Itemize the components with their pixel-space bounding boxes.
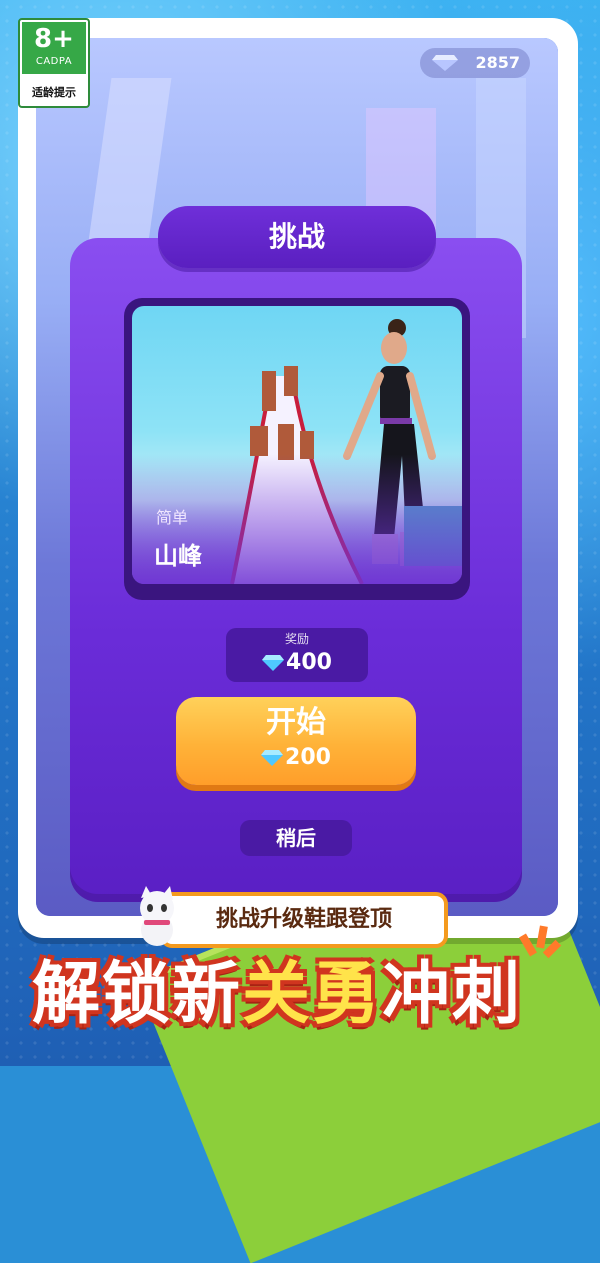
age-rating-header: 8+ CADPA bbox=[22, 22, 86, 74]
reward-amount: 400 bbox=[286, 650, 332, 675]
later-button[interactable]: 稍后 bbox=[240, 820, 352, 856]
level-name: 山峰 bbox=[154, 542, 202, 570]
age-rating-badge: 8+ CADPA 适龄提示 bbox=[18, 18, 90, 108]
age-rating-value: 8+ bbox=[34, 24, 74, 54]
sparkle-icon bbox=[519, 925, 562, 959]
headline-part: 冲刺 bbox=[382, 955, 523, 1034]
headline-part-highlight: 关勇 bbox=[242, 955, 383, 1034]
level-difficulty: 简单 bbox=[156, 508, 189, 527]
gem-count: 2857 bbox=[475, 53, 520, 72]
start-button[interactable]: 开始 200 bbox=[176, 697, 416, 785]
dialog-title: 挑战 bbox=[158, 206, 436, 268]
headline-part: 解锁新 bbox=[32, 955, 243, 1034]
diamond-icon bbox=[261, 750, 284, 766]
age-rating-tip: 适龄提示 bbox=[32, 86, 76, 99]
cat-mascot-icon bbox=[140, 886, 174, 946]
diamond-icon bbox=[262, 655, 285, 671]
start-cost: 200 bbox=[285, 745, 331, 770]
gem-counter: 2857 bbox=[420, 48, 530, 78]
diamond-icon bbox=[432, 55, 458, 71]
reward-label: 奖励 bbox=[284, 632, 309, 646]
subtitle-banner: 挑战升级鞋跟登顶 bbox=[160, 892, 448, 948]
age-rating-org: CADPA bbox=[35, 56, 73, 67]
reward-box: 奖励 400 bbox=[226, 628, 368, 682]
headline-banner: 解锁新关勇冲刺 bbox=[32, 950, 572, 1040]
level-preview-image: 简单 山峰 bbox=[132, 306, 462, 584]
reward-amount-row: 400 bbox=[226, 650, 368, 676]
start-button-label: 开始 bbox=[266, 705, 326, 740]
level-card[interactable]: 简单 山峰 bbox=[124, 298, 470, 600]
start-cost-row: 200 bbox=[176, 745, 416, 771]
